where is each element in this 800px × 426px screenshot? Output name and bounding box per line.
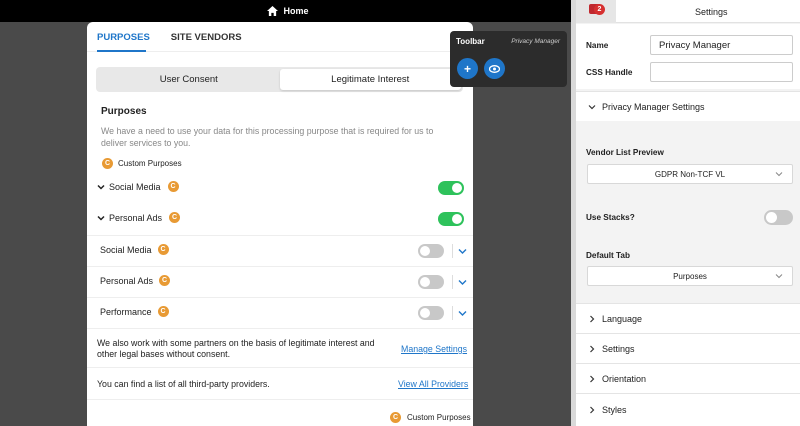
partners-text: We also work with some partners on the b… <box>97 338 375 359</box>
chevron-down-icon <box>775 274 783 279</box>
divider <box>87 367 473 368</box>
toggle-performance[interactable] <box>418 306 444 320</box>
name-input[interactable]: Privacy Manager <box>650 35 793 55</box>
expand-chevron-icon[interactable] <box>458 248 467 255</box>
separator <box>452 275 453 289</box>
vendor-list-preview-label: Vendor List Preview <box>586 148 664 157</box>
chevron-down-icon[interactable] <box>97 214 105 222</box>
consent-type-switch: User Consent Legitimate Interest <box>96 67 463 92</box>
home-icon <box>267 6 279 16</box>
default-tab-value: Purposes <box>673 271 707 281</box>
default-tab-select[interactable]: Purposes <box>587 266 793 286</box>
section-label: Styles <box>602 405 627 415</box>
chevron-right-icon <box>590 315 595 322</box>
toggle-group-personal-ads[interactable] <box>438 212 464 226</box>
top-bar: Home <box>0 0 576 22</box>
chevron-right-icon <box>590 406 595 414</box>
group-label: Social Media <box>109 181 161 192</box>
purpose-label: Personal Ads <box>100 275 154 286</box>
divider <box>87 399 473 400</box>
default-tab-label: Default Tab <box>586 251 630 260</box>
panel-title: Settings <box>695 7 728 17</box>
toolbar-title: Toolbar <box>456 37 485 46</box>
divider <box>87 266 473 267</box>
toolbar-subtitle: Privacy Manager <box>511 38 560 45</box>
section-label: Orientation <box>602 373 647 384</box>
tab-purposes[interactable]: PURPOSES <box>97 30 150 43</box>
settings-panel: 2 Settings Name Privacy Manager CSS Hand… <box>576 0 800 426</box>
purpose-label: Social Media <box>100 244 152 255</box>
custom-badge: C <box>157 244 169 255</box>
group-social-media[interactable]: Social Media C <box>97 181 179 192</box>
use-stacks-toggle[interactable] <box>764 210 793 225</box>
add-button[interactable]: + <box>457 58 478 79</box>
separator <box>452 306 453 320</box>
divider <box>87 297 473 298</box>
purpose-item-social-media: Social Media C <box>100 244 169 255</box>
section-language[interactable]: Language <box>576 303 800 333</box>
custom-badge: C <box>157 306 169 317</box>
css-handle-label: CSS Handle <box>586 68 633 77</box>
use-stacks-label: Use Stacks? <box>586 213 635 222</box>
section-label: Language <box>602 313 643 324</box>
active-tab-indicator <box>97 50 146 52</box>
divider <box>87 328 473 329</box>
expand-chevron-icon[interactable] <box>458 279 467 286</box>
custom-badge: C <box>167 181 179 192</box>
custom-purposes-label: Custom Purposes <box>118 159 182 168</box>
view-all-providers-link[interactable]: View All Providers <box>398 379 468 389</box>
custom-badge: C <box>159 275 171 286</box>
notification-badge: 2 <box>594 4 605 15</box>
panel-header: 2 Settings <box>576 0 800 23</box>
home-label[interactable]: Home <box>283 6 308 16</box>
preview-button[interactable] <box>484 58 505 79</box>
plus-icon: + <box>463 61 471 76</box>
custom-badge: C <box>169 212 181 223</box>
manage-settings-link[interactable]: Manage Settings <box>401 344 467 354</box>
vendor-list-value: GDPR Non-TCF VL <box>654 169 726 179</box>
toggle-personal-ads[interactable] <box>418 275 444 289</box>
chevron-down-icon[interactable] <box>97 183 105 191</box>
divider <box>87 235 473 236</box>
section-orientation[interactable]: Orientation <box>576 363 800 393</box>
modal-tabs: PURPOSES SITE VENDORS <box>87 22 473 52</box>
separator <box>452 244 453 258</box>
privacy-manager-modal: PURPOSES SITE VENDORS User Consent Legit… <box>87 22 473 426</box>
purposes-heading: Purposes <box>101 106 147 117</box>
tab-site-vendors[interactable]: SITE VENDORS <box>171 30 242 43</box>
custom-purposes-label: Custom Purposes <box>407 413 471 422</box>
chevron-right-icon <box>590 375 595 382</box>
chevron-down-icon <box>588 104 596 109</box>
segment-legitimate-interest[interactable]: Legitimate Interest <box>279 69 461 90</box>
custom-badge: C <box>390 412 401 423</box>
custom-badge: C <box>102 158 113 169</box>
group-label: Personal Ads <box>109 212 163 223</box>
purposes-description: We have a need to use your data for this… <box>101 126 434 148</box>
purpose-label: Performance <box>100 306 152 317</box>
css-handle-input[interactable] <box>650 62 793 82</box>
expand-chevron-icon[interactable] <box>458 310 467 317</box>
segment-user-consent[interactable]: User Consent <box>98 69 280 90</box>
purpose-item-performance: Performance C <box>100 306 169 317</box>
group-personal-ads[interactable]: Personal Ads C <box>97 212 181 223</box>
toggle-social-media[interactable] <box>418 244 444 258</box>
vendor-list-select[interactable]: GDPR Non-TCF VL <box>587 164 793 184</box>
section-privacy-manager-settings[interactable]: Privacy Manager Settings <box>576 91 800 121</box>
custom-purposes-legend: C Custom Purposes <box>102 158 182 169</box>
chevron-down-icon <box>775 172 783 177</box>
name-label: Name <box>586 41 609 50</box>
footer-custom-purposes-legend: C Custom Purposes <box>390 412 471 423</box>
floating-toolbar: Toolbar Privacy Manager + <box>450 31 567 87</box>
section-styles[interactable]: Styles <box>576 393 800 426</box>
section-settings[interactable]: Settings <box>576 333 800 363</box>
toggle-group-social-media[interactable] <box>438 181 464 195</box>
section-label: Settings <box>602 343 635 354</box>
providers-text: You can find a list of all third-party p… <box>97 379 270 389</box>
purpose-item-personal-ads: Personal Ads C <box>100 275 171 286</box>
section-label: Privacy Manager Settings <box>602 101 705 112</box>
eye-icon <box>489 64 500 73</box>
chevron-right-icon <box>590 345 595 352</box>
